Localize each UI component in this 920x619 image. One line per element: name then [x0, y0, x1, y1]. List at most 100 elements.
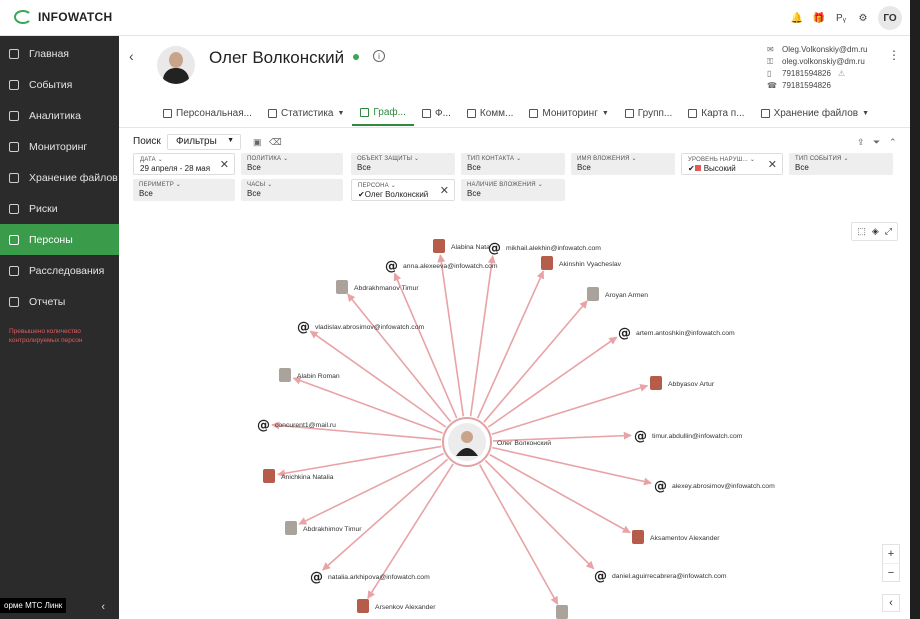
- fullscreen-icon[interactable]: ⤢: [885, 226, 892, 237]
- tab-icon: [529, 108, 539, 118]
- sidebar-item-monitoring[interactable]: Мониторинг: [0, 131, 119, 162]
- graph-node-email[interactable]: @ natalia.arkhipova@infowatch.com: [310, 570, 430, 585]
- graph-node-person[interactable]: [556, 605, 568, 619]
- graph-node-person[interactable]: Abdrakhimov Timur: [285, 521, 362, 535]
- panel-collapse-button[interactable]: ‹: [882, 594, 900, 612]
- filters-dropdown[interactable]: Фильтры ▼: [167, 134, 241, 150]
- sidebar-item-persons[interactable]: Персоны: [0, 224, 119, 255]
- sidebar-item-investigations[interactable]: Расследования: [0, 255, 119, 286]
- graph-canvas[interactable]: Alabina Nata@ mikhail.alekhin@infowatch.c…: [119, 214, 910, 619]
- filter-chip[interactable]: ОБЪЕКТ ЗАЩИТЫ ⌄ Все: [351, 153, 455, 175]
- filter-chip[interactable]: ТИП СОБЫТИЯ ⌄ Все: [789, 153, 893, 175]
- relationship-graph[interactable]: Alabina Nata @ mikhail.alekhin@infowatch.c…: [119, 214, 910, 619]
- logo[interactable]: INFOWATCH: [14, 10, 112, 24]
- clear-filter-icon[interactable]: ✕: [440, 184, 449, 197]
- tab-6[interactable]: Групп...: [617, 100, 680, 126]
- filter-bar: Поиск Фильтры ▼ ▣ ⌫ ⇪ ⏷ ⌃: [133, 134, 903, 152]
- save-filter-icon[interactable]: ▣: [253, 137, 262, 148]
- filter-value: Все: [247, 163, 261, 172]
- filter-chip[interactable]: НАЛИЧИЕ ВЛОЖЕНИЯ ⌄ Все: [461, 179, 565, 201]
- sidebar-item-risks[interactable]: Риски: [0, 193, 119, 224]
- settings-icon[interactable]: ⚙: [856, 11, 870, 25]
- collapse-filters-icon[interactable]: ⌃: [889, 137, 897, 148]
- sidebar-item-analytics[interactable]: Аналитика: [0, 100, 119, 131]
- zoom-out-button[interactable]: −: [883, 563, 899, 581]
- tab-3[interactable]: Ф...: [414, 100, 459, 126]
- filter-chip[interactable]: ПОЛИТИКА ⌄ Все: [241, 153, 343, 175]
- filter-label: ДАТА: [140, 157, 156, 163]
- graph-edge[interactable]: [484, 459, 595, 570]
- filter-chip[interactable]: ПЕРИМЕТР ⌄ Все: [133, 179, 235, 201]
- graph-edge[interactable]: [322, 458, 449, 571]
- clear-filter-icon[interactable]: ⌫: [269, 137, 282, 148]
- email-at-icon: @: [385, 259, 398, 274]
- filter-chip[interactable]: ТИП КОНТАКТА ⌄ Все: [461, 153, 565, 175]
- graph-node-person[interactable]: Aksamentov Alexander: [632, 530, 720, 544]
- chevron-down-icon: ⌄: [631, 156, 637, 162]
- language-icon[interactable]: Рᵧ: [834, 11, 848, 25]
- filter-chip[interactable]: ДАТА ⌄ 29 апреля - 28 мая ✕: [133, 153, 235, 175]
- export-icon[interactable]: ⇪: [857, 137, 865, 148]
- graph-edge[interactable]: [483, 300, 588, 423]
- graph-node-email[interactable]: @ mikhail.alekhin@infowatch.com: [488, 241, 601, 256]
- tab-0[interactable]: Персональная...: [155, 100, 260, 126]
- user-avatar-button[interactable]: ГО: [878, 6, 902, 30]
- chevron-down-icon: ⌄: [414, 156, 420, 162]
- graph-center-label: Олег Волконский: [497, 439, 551, 447]
- graph-node-person[interactable]: Alabina Nata: [433, 239, 490, 253]
- graph-edge[interactable]: [347, 293, 452, 423]
- graph-node-email[interactable]: @ alexey.abrosimov@infowatch.com: [654, 479, 775, 494]
- bell-icon[interactable]: 🔔: [790, 11, 804, 25]
- filter-chip[interactable]: ПЕРСОНА ⌄ ✔Олег Волконский ✕: [351, 179, 455, 201]
- zoom-in-button[interactable]: +: [883, 545, 899, 563]
- select-icon[interactable]: ⬚: [857, 226, 866, 237]
- graph-edge[interactable]: [491, 384, 649, 436]
- clear-filter-icon[interactable]: ✕: [220, 158, 229, 171]
- tab-5[interactable]: Мониторинг ▼: [521, 100, 616, 126]
- tab-7[interactable]: Карта п...: [680, 100, 752, 126]
- back-arrow-icon[interactable]: ‹: [129, 48, 134, 64]
- graph-node-person[interactable]: Alabin Roman: [279, 368, 340, 382]
- contact-phone[interactable]: 79181594826: [782, 80, 831, 92]
- funnel-icon[interactable]: ⏷: [873, 137, 880, 148]
- gift-icon[interactable]: 🎁: [812, 11, 826, 25]
- graph-node-person[interactable]: Aroyan Armen: [587, 287, 648, 301]
- graph-node-person[interactable]: Abbyasov Artur: [650, 376, 715, 390]
- filter-chip[interactable]: УРОВЕНЬ НАРУШ... ⌄ ✔ Высокий ✕: [681, 153, 783, 175]
- tab-label: Мониторинг: [542, 107, 598, 119]
- graph-node-email[interactable]: @ artem.antoshkin@infowatch.com: [618, 326, 735, 341]
- tab-1[interactable]: Статистика ▼: [260, 100, 352, 126]
- filter-chip[interactable]: ЧАСЫ ⌄ Все: [241, 179, 343, 201]
- sidebar-item-file-storage[interactable]: Хранение файлов: [0, 162, 119, 193]
- tab-4[interactable]: Комм...: [459, 100, 521, 126]
- more-options-icon[interactable]: ⋮: [888, 48, 900, 62]
- tab-icon: [163, 108, 172, 118]
- graph-node-email[interactable]: @ timur.abdullin@infowatch.com: [634, 429, 743, 444]
- graph-node-email[interactable]: @ daniel.aguirrecabrera@infowatch.com: [594, 569, 727, 584]
- layers-icon[interactable]: ◈: [872, 226, 879, 237]
- tab-2[interactable]: Граф...: [352, 100, 414, 126]
- tab-8[interactable]: Хранение файлов ▼: [753, 100, 877, 126]
- graph-node-person[interactable]: Abdrakhmanov Timur: [336, 280, 419, 294]
- sidebar-item-home[interactable]: Главная: [0, 38, 119, 69]
- graph-node-label: alexey.abrosimov@infowatch.com: [672, 483, 775, 490]
- chevron-down-icon: ⌄: [267, 182, 273, 188]
- contact-email[interactable]: oleg.volkonskiy@dm.ru: [782, 56, 865, 68]
- contact-phone[interactable]: 79181594826: [782, 68, 831, 80]
- sidebar-item-reports[interactable]: Отчеты: [0, 286, 119, 317]
- graph-edge[interactable]: [492, 446, 652, 486]
- info-icon[interactable]: i: [373, 50, 385, 62]
- zoom-controls: + −: [882, 544, 900, 582]
- clear-filter-icon[interactable]: ✕: [768, 158, 777, 171]
- collapse-sidebar-icon[interactable]: ‹: [101, 601, 105, 613]
- graph-node-email[interactable]: @ vladislav.abrosimov@infowatch.com: [297, 320, 424, 335]
- graph-node-person[interactable]: Akinshin Vyacheslav: [541, 256, 622, 270]
- contact-email[interactable]: Oleg.Volkonskiy@dm.ru: [782, 44, 868, 56]
- tab-icon: [466, 108, 476, 118]
- filter-chip[interactable]: ИМЯ ВЛОЖЕНИЯ ⌄ Все: [571, 153, 675, 175]
- graph-node-email[interactable]: @ concurent1@mail.ru: [257, 418, 336, 433]
- graph-edge[interactable]: [437, 254, 465, 417]
- graph-node-person[interactable]: Arsenkov Alexander: [357, 599, 436, 613]
- graph-edge[interactable]: [277, 445, 442, 478]
- sidebar-item-events[interactable]: События: [0, 69, 119, 100]
